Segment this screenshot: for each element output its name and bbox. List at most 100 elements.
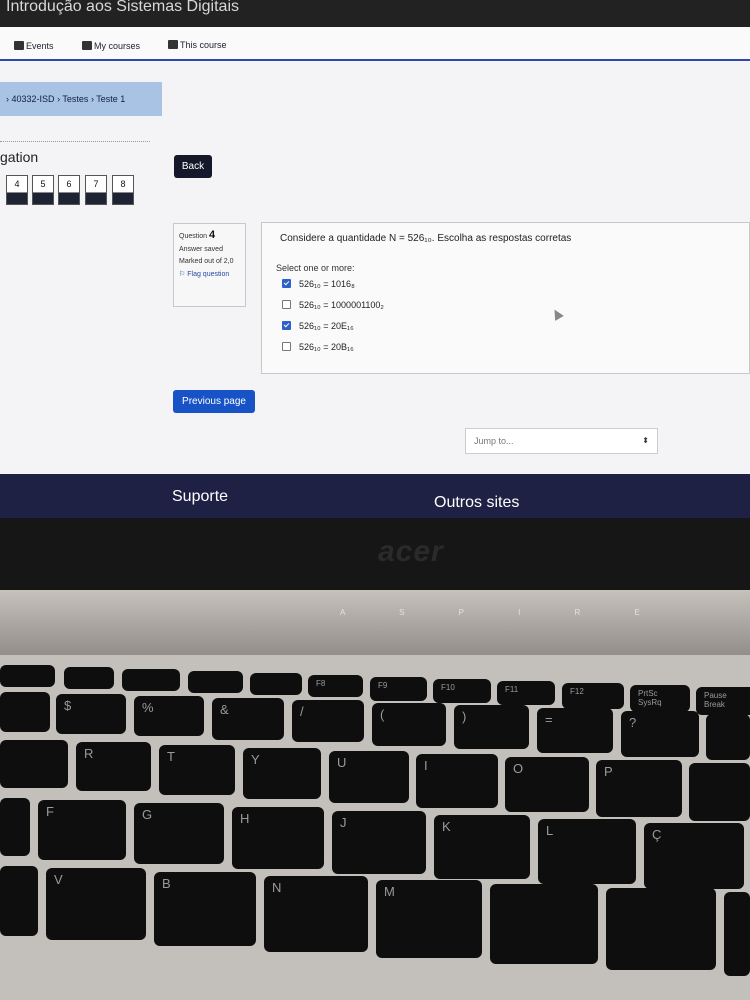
keyboard-key: PrtSc SysRq xyxy=(630,685,690,712)
keyboard-key xyxy=(250,673,302,695)
key-label: F8 xyxy=(316,679,326,688)
keyboard-key: B xyxy=(154,872,256,946)
answer-option[interactable]: 526₁₀ = 1016₈ xyxy=(282,279,355,289)
breadcrumb-course[interactable]: 40332-ISD xyxy=(12,94,55,104)
key-label: ? xyxy=(629,715,637,730)
keyboard-key: N xyxy=(264,876,368,952)
question-info: Question 4 Answer saved Marked out of 2,… xyxy=(173,223,246,307)
key-label: F10 xyxy=(441,683,455,692)
flag-icon: ⚐ xyxy=(179,271,186,278)
key-label: Y xyxy=(251,752,260,767)
chevron-right-icon: › xyxy=(90,94,94,104)
answer-option-label: 526₁₀ = 1000001100₂ xyxy=(299,300,384,310)
window-title: Introdução aos Sistemas Digitais xyxy=(0,0,750,27)
keyboard-key: L xyxy=(538,819,636,884)
screen: Introdução aos Sistemas Digitais Events … xyxy=(0,0,750,520)
chevron-right-icon: › xyxy=(6,94,9,104)
keyboard-key: Ç xyxy=(644,823,744,889)
checkbox[interactable] xyxy=(282,342,291,351)
key-label: K xyxy=(442,819,451,834)
key-label: / xyxy=(300,704,304,719)
breadcrumb-section[interactable]: Testes xyxy=(62,94,88,104)
question-mark: Marked out of 2,0 xyxy=(179,258,234,265)
keyboard-key: I xyxy=(416,754,498,808)
keyboard-key: G xyxy=(134,803,224,864)
keyboard-key xyxy=(0,798,30,856)
quiz-nav-button[interactable]: 7 xyxy=(85,175,107,205)
keyboard-key: T xyxy=(159,745,235,795)
keyboard-key xyxy=(689,763,750,821)
breadcrumb-page[interactable]: Teste 1 xyxy=(96,94,125,104)
footer-support: Suporte xyxy=(172,488,229,505)
nav-events[interactable]: Events xyxy=(14,41,54,51)
jump-to-select[interactable]: Jump to... ⬍ xyxy=(465,428,658,454)
keyboard-key xyxy=(122,669,180,691)
question-label: Question xyxy=(179,233,208,240)
question-number: Question 4 xyxy=(179,229,240,241)
back-button[interactable]: Back xyxy=(174,155,212,178)
key-label: Pause Break xyxy=(704,691,727,709)
checkbox[interactable] xyxy=(282,279,291,288)
quiz-nav-button[interactable]: 6 xyxy=(58,175,80,205)
quiz-nav-button[interactable]: 4 xyxy=(6,175,28,205)
question-number-value: 4 xyxy=(208,229,216,241)
select-arrows-icon: ⬍ xyxy=(642,436,649,445)
breadcrumb: › 40332-ISD › Testes › Teste 1 xyxy=(0,82,162,116)
flag-question[interactable]: ⚐ Flag question xyxy=(179,270,240,278)
key-label: T xyxy=(167,749,175,764)
keyboard-key: $ xyxy=(56,694,126,734)
key-label: = xyxy=(545,712,553,727)
answer-option[interactable]: 526₁₀ = 20E₁₆ xyxy=(282,321,354,331)
keyboard-key: F8 xyxy=(308,675,363,697)
answer-option[interactable]: 526₁₀ = 20B₁₆ xyxy=(282,342,354,352)
flag-question-label: Flag question xyxy=(187,271,230,278)
keyboard-key: U xyxy=(329,751,409,803)
keyboard-key: O xyxy=(505,757,589,812)
nav-this-course[interactable]: This course xyxy=(168,40,227,50)
keyboard-key xyxy=(0,665,55,687)
previous-page-button[interactable]: Previous page xyxy=(173,390,255,413)
keyboard-key: J xyxy=(332,811,426,874)
key-label: PrtSc SysRq xyxy=(638,689,662,707)
hierarchy-icon xyxy=(168,40,178,49)
nav-my-courses[interactable]: My courses xyxy=(82,41,140,51)
keyboard-key: ( xyxy=(372,703,446,746)
answer-option[interactable]: 526₁₀ = 1000001100₂ xyxy=(282,300,384,310)
checkbox[interactable] xyxy=(282,300,291,309)
key-label: H xyxy=(240,811,250,826)
keyboard-key: ) xyxy=(454,705,529,749)
keyboard-key: P xyxy=(596,760,682,817)
quiz-navigation-title: gation xyxy=(0,149,39,165)
divider xyxy=(0,141,150,142)
calendar-icon xyxy=(14,41,24,50)
nav-events-label: Events xyxy=(26,41,54,51)
keyboard-key: F12 xyxy=(562,683,624,709)
answer-option-label: 526₁₀ = 20B₁₆ xyxy=(299,342,354,352)
quiz-nav-button[interactable]: 5 xyxy=(32,175,54,205)
keyboard-key xyxy=(0,740,68,788)
key-label: R xyxy=(84,746,94,761)
keyboard-key: H xyxy=(232,807,324,869)
keyboard-key xyxy=(64,667,114,689)
key-label: B xyxy=(162,876,171,891)
screen-bezel xyxy=(0,518,750,596)
key-label: Ç xyxy=(652,827,662,842)
key-label: L xyxy=(546,823,554,838)
keyboard-key: F11 xyxy=(497,681,555,705)
checkbox[interactable] xyxy=(282,321,291,330)
key-label: G xyxy=(142,807,153,822)
question-state: Answer saved xyxy=(179,246,223,253)
footer: Suporte Outros sites xyxy=(0,474,750,520)
keyboard-key: M xyxy=(376,880,482,958)
keyboard-key: / xyxy=(292,700,364,742)
key-label: F xyxy=(46,804,54,819)
keyboard-key xyxy=(0,692,50,732)
key-label: N xyxy=(272,880,282,895)
chevron-right-icon: › xyxy=(57,94,61,104)
quiz-nav-button[interactable]: 8 xyxy=(112,175,134,205)
key-label: F11 xyxy=(505,685,519,694)
key-label: F12 xyxy=(570,687,584,696)
keyboard-key: K xyxy=(434,815,530,879)
key-label: & xyxy=(220,702,229,717)
quiz-nav-button-label: 4 xyxy=(7,176,27,193)
